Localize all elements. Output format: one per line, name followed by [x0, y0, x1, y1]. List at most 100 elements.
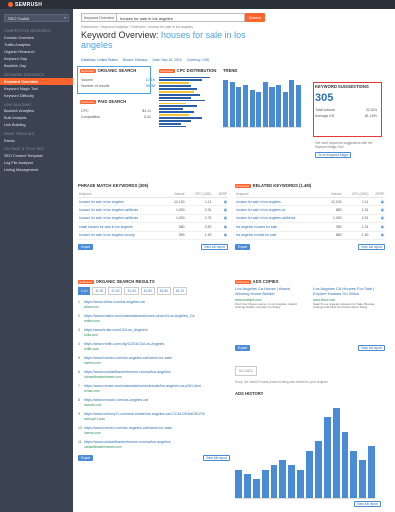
no-data-message: Sorry, we haven't found product listing …: [235, 380, 329, 384]
cpc-bar: [159, 114, 189, 116]
result-url[interactable]: https://www.coldwellbankerhomes.com/ca/l…: [84, 440, 224, 444]
keyword-link[interactable]: houses for sale in los angeles ca: [235, 205, 325, 215]
phrase-match-export-button[interactable]: Export: [78, 243, 94, 250]
sidebar-item-backlink-gap[interactable]: Backlink Gap: [0, 63, 73, 70]
keyword-link[interactable]: houses for sale in los angeles: [235, 197, 325, 207]
filter-item[interactable]: Date: Sep 16, 2019: [152, 58, 181, 62]
result-url[interactable]: https://www.century21.com/real-estate/lo…: [84, 412, 224, 416]
keyword-link[interactable]: los angeles homes for sale: [235, 231, 325, 240]
list-item: 7 https://www.remax.com/realestatehomesfo…: [78, 383, 230, 397]
ad-headline[interactable]: Los Angeles Ca House | Award Winning Hom…: [235, 286, 305, 297]
sidebar-item-seo-content-template[interactable]: SEO Content Template: [0, 152, 73, 159]
page-tab[interactable]: 11-20: [92, 287, 107, 295]
sidebar-item-link-building[interactable]: Link Building: [0, 122, 73, 129]
result-url[interactable]: https://www.realtor.com/realestateandhom…: [84, 314, 224, 318]
serp-icon[interactable]: ▣: [212, 214, 228, 224]
keyword-link[interactable]: small houses for sale in los angeles: [78, 222, 168, 232]
exclusive-badge: Exclusive: [80, 99, 96, 104]
sidebar-group-label: ON PAGE & TECH SEO: [4, 147, 45, 152]
table-cell: 590: [167, 231, 186, 240]
serp-icon[interactable]: ▣: [212, 205, 228, 215]
result-url[interactable]: https://www.homes.com/los-angeles-ca/hom…: [84, 426, 224, 430]
sidebar-groups: COMPETITIVE RESEARCH Domain Overview Traff…: [0, 26, 73, 174]
keyword-link[interactable]: houses for sale in los angeles californi…: [235, 214, 325, 224]
serp-icon[interactable]: ▣: [369, 197, 385, 207]
serp-icon[interactable]: ▣: [369, 205, 385, 215]
serp-icon[interactable]: ▣: [369, 222, 385, 232]
keyword-link[interactable]: houses for sale in los angeles county: [78, 231, 168, 240]
keyword-link[interactable]: houses for sale in los angeles californi…: [78, 214, 168, 224]
cpc-bar: [159, 116, 203, 119]
tools-select[interactable]: SEO Toolkit ▾: [4, 14, 69, 22]
result-url[interactable]: https://www.trulia.com/CA/Los_Angeles/: [84, 328, 224, 332]
sidebar-item-bulk-analysis[interactable]: Bulk Analysis: [0, 115, 73, 122]
table-cell: 880: [324, 231, 343, 240]
organic-view-full-button[interactable]: View full report: [202, 455, 230, 461]
table-cell: 0.31: [342, 214, 370, 224]
ads-history-view-full-button[interactable]: View full report: [353, 501, 381, 507]
sidebar-item-organic-research[interactable]: Organic Research: [0, 48, 73, 55]
result-url[interactable]: https://www.homes.com/los-angeles-ca/hom…: [84, 356, 224, 360]
related-export-button[interactable]: Export: [235, 243, 251, 250]
sidebar-item-keyword-magic-tool[interactable]: Keyword Magic Tool: [0, 85, 73, 92]
cpc-label: CPC: [81, 109, 89, 113]
search-input[interactable]: houses for sale in los angeles: [117, 13, 245, 22]
sidebar-item-backlink-analytics[interactable]: Backlink Analytics: [0, 108, 73, 115]
filter-item[interactable]: Database: United States: [81, 58, 118, 62]
serp-icon[interactable]: ▣: [369, 231, 385, 240]
serp-icon[interactable]: ▣: [212, 231, 228, 240]
list-item: 10 https://www.homes.com/los-angeles-ca/h…: [78, 425, 230, 439]
related-view-full-button[interactable]: View full report: [357, 243, 385, 250]
serp-icon[interactable]: ▣: [369, 214, 385, 224]
sidebar-item-keyword-overview[interactable]: Keyword Overview: [0, 77, 73, 86]
ad-headline[interactable]: Los Angeles CA Houses For Sale | Explore…: [313, 286, 383, 297]
brand-name: SEMRUSH: [15, 2, 43, 8]
result-domain: coldwellbankerhomes.com: [84, 445, 122, 449]
ads-export-button[interactable]: Export: [235, 345, 251, 351]
serp-icon[interactable]: ▣: [212, 222, 228, 232]
related-keywords-title: RELATED KEYWORDS (1.4M): [252, 183, 312, 188]
page-tab[interactable]: 51-60: [156, 287, 171, 295]
phrase-match-view-full-button[interactable]: View full report: [200, 243, 228, 250]
result-url[interactable]: https://www.coldwellbankerhomes.com/ca/l…: [84, 370, 224, 374]
organic-export-button[interactable]: Export: [78, 455, 94, 461]
brand-logo[interactable]: SEMRUSH: [8, 2, 42, 8]
trend-bar: [295, 84, 301, 127]
cpc-distribution-title: CPC DISTRIBUTION: [176, 68, 217, 73]
result-url[interactable]: https://www.redfin.com/city/11203/CA/Los…: [84, 342, 224, 346]
page-title-prefix: Keyword Overview:: [81, 30, 159, 40]
ads-history-title: ADS HISTORY: [235, 391, 264, 396]
search-button[interactable]: Search: [245, 13, 265, 22]
serp-icon[interactable]: ▣: [212, 197, 228, 207]
sidebar-item-log-file-analyzer[interactable]: Log File Analyzer: [0, 159, 73, 166]
keyword-link[interactable]: houses for sale in los angeles: [78, 197, 168, 207]
competition-label: Competition: [81, 115, 101, 119]
page-tab[interactable]: 61-70: [172, 287, 188, 295]
sidebar-item-keyword-gap[interactable]: Keyword Gap: [0, 56, 73, 63]
sidebar-item-domain-overview[interactable]: Domain Overview: [0, 34, 73, 41]
page-tab[interactable]: 41-50: [140, 287, 155, 295]
keyword-link[interactable]: los angeles houses for sale: [235, 222, 325, 232]
result-url[interactable]: https://www.movoto.com/los-angeles-ca/: [84, 398, 224, 402]
filter-item[interactable]: Device: Desktop: [123, 58, 148, 62]
result-rank: 7: [78, 384, 80, 388]
page-tab[interactable]: 31-40: [124, 287, 139, 295]
sidebar-item-ranks[interactable]: Ranks: [0, 137, 73, 144]
page-tab[interactable]: 21-30: [108, 287, 123, 295]
result-domain: zillow.com: [84, 305, 99, 309]
ads-history-bar: [368, 445, 375, 498]
keyword-magic-button[interactable]: Go to Keyword Magic: [315, 152, 352, 158]
list-item: 8 https://www.movoto.com/los-angeles-ca/m…: [78, 397, 230, 411]
filter-item[interactable]: Currency: USD: [187, 58, 210, 62]
sidebar-item-traffic-analytics[interactable]: Traffic Analytics: [0, 41, 73, 48]
page-tab[interactable]: 1-10: [78, 287, 91, 295]
ad-text: Search Los Angeles Houses For Sale. Brow…: [313, 301, 375, 310]
result-url[interactable]: https://www.zillow.com/los-angeles-ca/: [84, 300, 224, 304]
ads-view-full-button[interactable]: View full report: [357, 345, 385, 351]
sidebar-item-listing-management[interactable]: Listing Management: [0, 167, 73, 174]
result-url[interactable]: https://www.remax.com/realestatehomesfor…: [84, 384, 224, 388]
result-domain: remax.com: [84, 389, 100, 393]
keyword-link[interactable]: houses for sale in los angeles californi…: [78, 205, 168, 215]
sidebar-item-keyword-difficulty[interactable]: Keyword Difficulty: [0, 92, 73, 99]
database-select[interactable]: Keyword Overview: [81, 13, 117, 22]
